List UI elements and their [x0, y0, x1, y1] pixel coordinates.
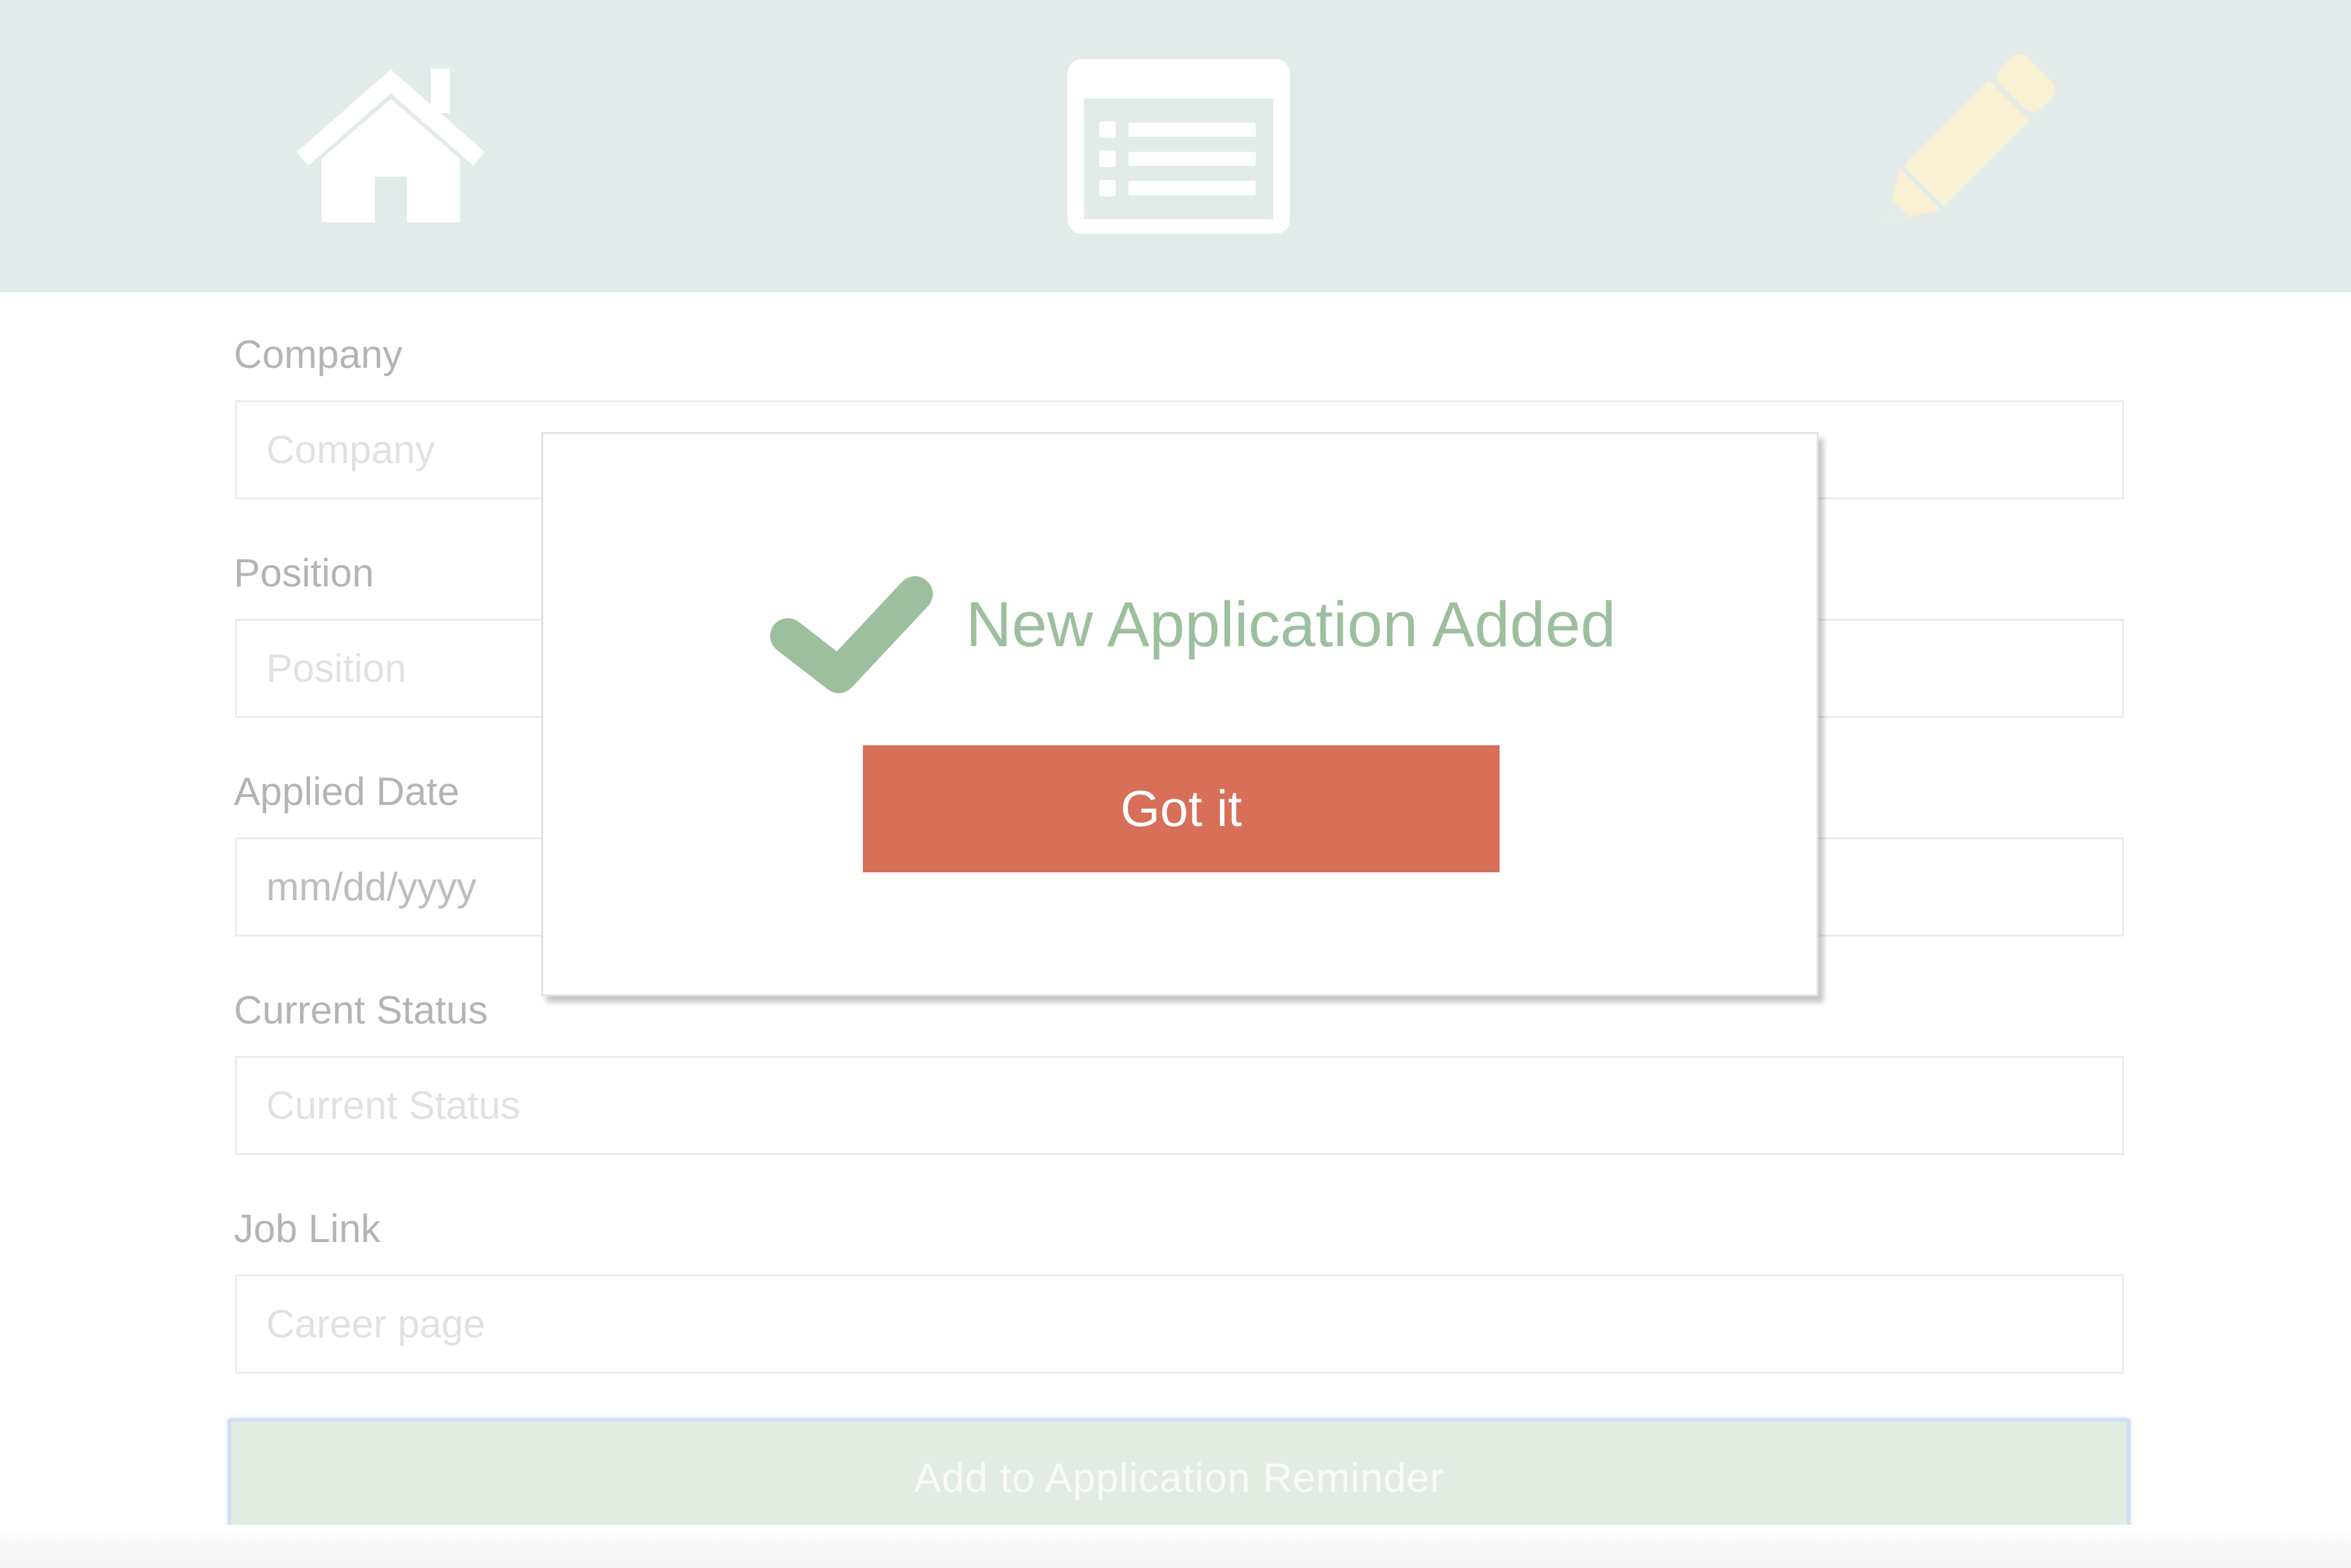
job-link-input[interactable]	[235, 1274, 2124, 1374]
success-modal: New Application Added Got it	[541, 432, 1819, 996]
nav-edit-button[interactable]	[1855, 0, 2071, 292]
bottom-fade	[0, 1525, 2351, 1568]
modal-title: New Application Added	[966, 589, 1616, 660]
current-status-label: Current Status	[234, 989, 488, 1032]
company-label: Company	[234, 333, 403, 377]
job-link-label: Job Link	[234, 1207, 381, 1251]
top-navbar	[0, 0, 2351, 292]
list-icon	[1067, 58, 1290, 234]
nav-list-button[interactable]	[1055, 0, 1303, 292]
position-label: Position	[234, 551, 374, 595]
nav-home-button[interactable]	[273, 0, 508, 292]
home-icon	[292, 64, 489, 229]
checkmark-icon	[762, 561, 934, 698]
pencil-icon	[1868, 51, 2059, 241]
current-status-input[interactable]	[235, 1056, 2124, 1155]
add-application-button[interactable]: Add to Application Reminder	[227, 1418, 2131, 1538]
got-it-button[interactable]: Got it	[863, 745, 1500, 872]
applied-date-label: Applied Date	[234, 770, 460, 814]
